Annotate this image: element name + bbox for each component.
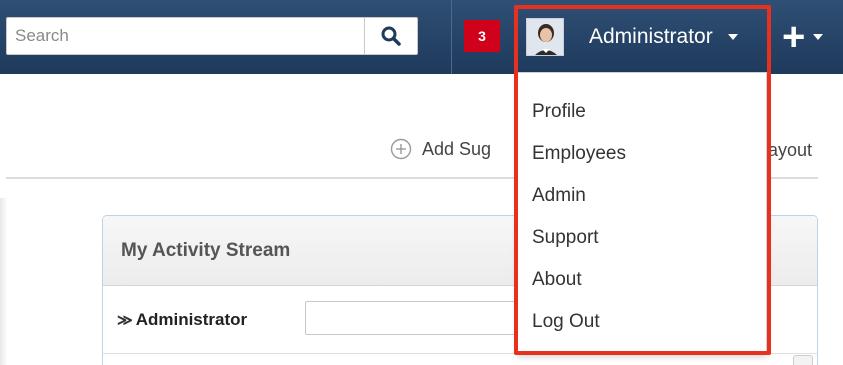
menu-item-employees[interactable]: Employees [518,135,766,177]
add-sugar-label: Add Sug [422,138,492,159]
user-menu-toggle[interactable]: Administrator [516,2,768,72]
sidebar-shadow [0,198,8,365]
avatar [526,18,564,56]
user-name: Administrator [589,25,713,48]
activity-user-label: Administrator [135,309,248,329]
chevron-down-icon [727,34,738,40]
menu-item-about[interactable]: About [518,261,766,303]
search-button[interactable] [364,17,418,55]
user-photo-icon [527,19,563,55]
collapse-icon[interactable]: ≫ [117,311,133,329]
nav-divider [451,0,452,74]
search-bar [6,17,418,55]
notification-badge[interactable]: 3 [464,20,500,52]
quick-create-button[interactable]: + [782,15,842,59]
plus-icon: + [782,15,806,59]
menu-item-log-out[interactable]: Log Out [518,303,766,345]
scrollbar[interactable] [793,355,813,365]
dashlet-title: My Activity Stream [121,239,291,261]
menu-item-admin[interactable]: Admin [518,177,766,219]
chevron-down-icon [813,34,824,40]
user-menu-list: Profile Employees Admin Support About Lo… [518,73,766,345]
search-input[interactable] [6,17,364,55]
search-icon [381,26,401,46]
menu-item-profile[interactable]: Profile [518,93,766,135]
user-dropdown-menu: Profile Employees Admin Support About Lo… [517,72,767,354]
add-circle-icon [390,138,412,160]
top-navigation-bar: 3 Administrator + [0,0,843,74]
layout-link[interactable]: ayout [768,140,812,161]
menu-item-support[interactable]: Support [518,219,766,261]
add-sugar-button[interactable]: Add Sug [390,138,491,160]
